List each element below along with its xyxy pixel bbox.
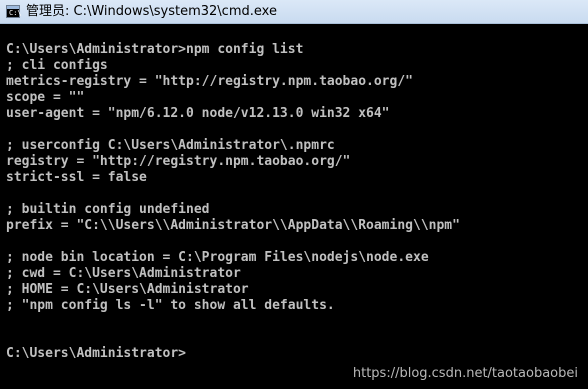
title-bar[interactable]: C:\ 管理员: C:\Windows\system32\cmd.exe [0, 0, 588, 24]
console-line: metrics-registry = "http://registry.npm.… [6, 74, 413, 89]
console-line: prefix = "C:\\Users\\Administrator\\AppD… [6, 218, 460, 233]
console-line: scope = "" [6, 90, 85, 105]
console-line: C:\Users\Administrator> [6, 346, 187, 361]
console-line: ; builtin config undefined [6, 202, 210, 217]
window-title: 管理员: C:\Windows\system32\cmd.exe [26, 4, 277, 19]
cmd-window: C:\ 管理员: C:\Windows\system32\cmd.exe C:\… [0, 0, 588, 389]
console-line: registry = "http://registry.npm.taobao.o… [6, 154, 351, 169]
console-line: ; HOME = C:\Users\Administrator [6, 282, 249, 297]
console-line: C:\Users\Administrator>npm config list [6, 42, 304, 57]
console-line: user-agent = "npm/6.12.0 node/v12.13.0 w… [6, 106, 390, 121]
watermark-text: https://blog.csdn.net/taotaobaobei [352, 366, 578, 381]
icon-prompt-glyph: C:\ [9, 9, 22, 17]
console-output-area[interactable]: C:\Users\Administrator>npm config list; … [0, 24, 588, 389]
console-line: ; userconfig C:\Users\Administrator\.npm… [6, 138, 335, 153]
console-line: ; node bin location = C:\Program Files\n… [6, 250, 429, 265]
console-line: ; "npm config ls -l" to show all default… [6, 298, 335, 313]
console-line: ; cwd = C:\Users\Administrator [6, 266, 241, 281]
cmd-console-icon[interactable]: C:\ [6, 5, 22, 18]
console-lines: C:\Users\Administrator>npm config list; … [6, 42, 460, 362]
console-line: ; cli configs [6, 58, 108, 73]
console-line: strict-ssl = false [6, 170, 147, 185]
